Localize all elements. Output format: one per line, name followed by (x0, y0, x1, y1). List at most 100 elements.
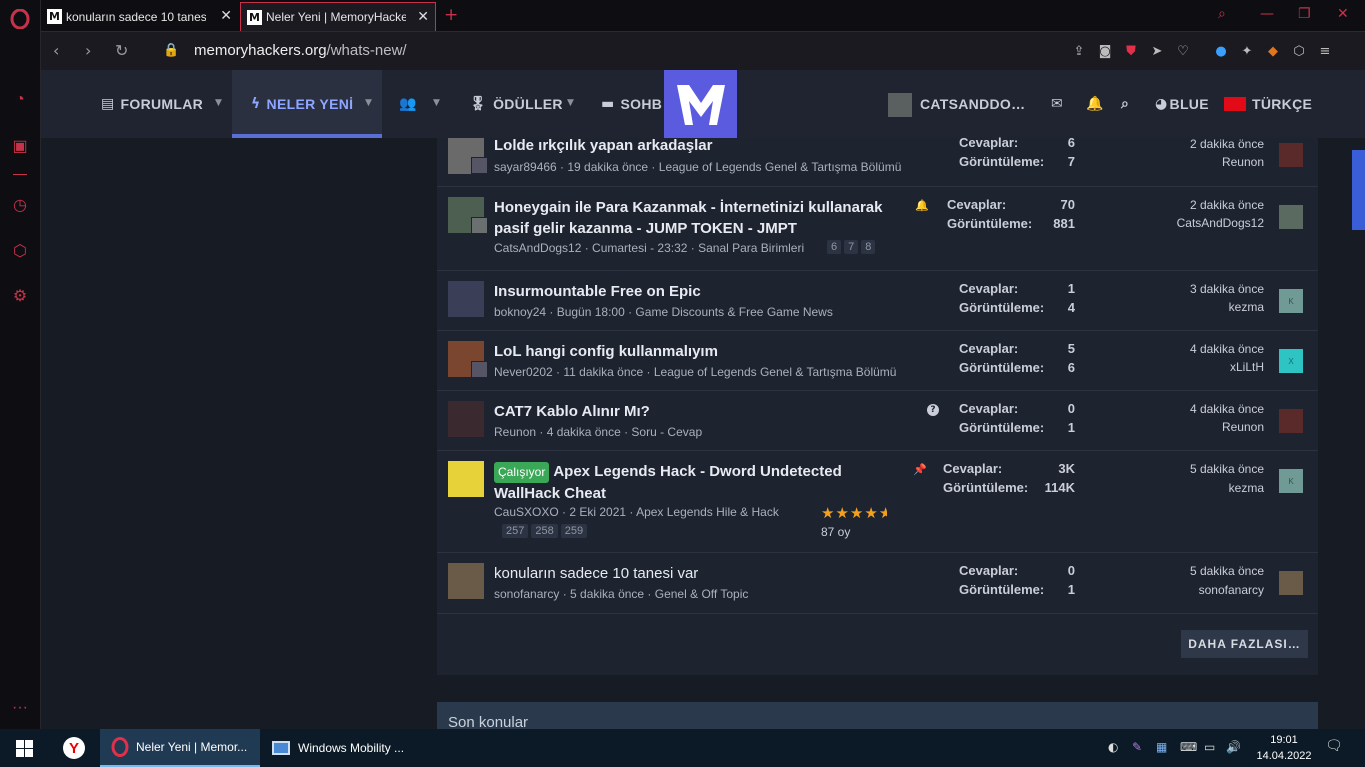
author-avatar[interactable] (448, 461, 484, 497)
last-post-time[interactable]: 5 dakika önce (1190, 462, 1264, 476)
thread-title-wrap[interactable]: Çalışıyor Apex Legends Hack - Dword Undet… (494, 461, 904, 504)
last-poster-avatar[interactable] (1279, 571, 1303, 595)
adblock-icon[interactable]: ⛊ (1123, 43, 1139, 59)
start-windows-icon[interactable] (16, 740, 33, 757)
author-avatar[interactable] (448, 281, 484, 317)
thread-title[interactable]: Honeygain ile Para Kazanmak - İnternetin… (494, 197, 904, 239)
system-clock[interactable]: 19:01 14.04.2022 (1254, 732, 1314, 764)
tab-close-icon[interactable]: ✕ (417, 9, 429, 25)
last-post-user[interactable]: kezma (1229, 300, 1264, 314)
thread-row[interactable]: Çalışıyor Apex Legends Hack - Dword Undet… (437, 451, 1318, 553)
thread-row[interactable]: konuların sadece 10 tanesi var sonofanar… (437, 553, 1318, 614)
chevron-down-icon[interactable]: ▼ (433, 98, 440, 108)
thread-title[interactable]: Insurmountable Free on Epic (494, 281, 701, 302)
thread-row[interactable]: LoL hangi config kullanmalıyım Never0202… (437, 331, 1318, 391)
chevron-down-icon[interactable]: ▼ (215, 98, 222, 108)
nav-members[interactable]: 👥 (399, 96, 423, 112)
metamask-icon[interactable]: ◆ (1265, 43, 1281, 59)
site-logo[interactable] (664, 70, 737, 140)
menu-icon[interactable]: ≡ (1317, 43, 1333, 59)
last-post-user[interactable]: sonofanarcy (1199, 583, 1264, 597)
last-poster-avatar[interactable] (1279, 205, 1303, 229)
thread-row[interactable]: Insurmountable Free on Epic boknoy24 · B… (437, 271, 1318, 331)
taskbar-app-opera[interactable]: Neler Yeni | Memor... (100, 729, 260, 767)
yandex-browser-icon[interactable]: Y (63, 737, 85, 759)
more-dots-icon[interactable]: ··· (9, 697, 31, 719)
history-icon[interactable]: ◷ (9, 194, 31, 216)
camera-icon[interactable]: ◙ (1097, 43, 1113, 59)
taskbar-app-mobility[interactable]: Windows Mobility ... (262, 729, 422, 767)
last-post-time[interactable]: 3 dakika önce (1190, 282, 1264, 296)
search-icon[interactable]: ⌕ (1121, 96, 1129, 112)
last-post-time[interactable]: 5 dakika önce (1190, 564, 1264, 578)
thread-title[interactable]: konuların sadece 10 tanesi var (494, 563, 698, 584)
thread-title[interactable]: LoL hangi config kullanmalıyım (494, 341, 718, 362)
minimize-icon[interactable]: — (1260, 6, 1274, 22)
tray-network-icon[interactable]: ▭ (1204, 740, 1215, 754)
tray-feather-icon[interactable]: ✎ (1132, 740, 1142, 754)
share-icon[interactable]: ⇪ (1071, 43, 1087, 59)
lock-icon[interactable]: 🔒 (163, 43, 179, 58)
tray-input-icon[interactable]: ⌨ (1180, 740, 1197, 754)
heart-icon[interactable]: ♡ (1175, 43, 1191, 59)
author-avatar[interactable] (448, 563, 484, 599)
thread-row[interactable]: Honeygain ile Para Kazanmak - İnternetin… (437, 187, 1318, 271)
reload-icon[interactable]: ↻ (115, 41, 128, 60)
last-poster-avatar[interactable] (1279, 143, 1303, 167)
chevron-down-icon[interactable]: ▼ (365, 98, 372, 108)
last-poster-avatar[interactable]: K (1279, 469, 1303, 493)
close-icon[interactable]: ✕ (1337, 6, 1349, 22)
last-post-user[interactable]: Reunon (1222, 420, 1264, 434)
tray-volume-icon[interactable]: 🔊 (1226, 740, 1241, 754)
nav-username[interactable]: CATSANDDO… (920, 96, 1025, 112)
nav-theme[interactable]: ◕ BLUE (1155, 96, 1209, 112)
speed-dial-icon[interactable]: ◔ (9, 89, 31, 111)
send-icon[interactable]: ➤ (1149, 43, 1165, 59)
more-button[interactable]: DAHA FAZLASI… (1181, 630, 1308, 658)
last-poster-avatar[interactable] (1279, 409, 1303, 433)
user-avatar[interactable] (888, 93, 912, 117)
last-post-time[interactable]: 4 dakika önce (1190, 342, 1264, 356)
page-link[interactable]: 257 (502, 524, 529, 538)
page-link[interactable]: 6 (827, 240, 842, 254)
extension-blue-icon[interactable]: ● (1213, 43, 1229, 59)
last-post-user[interactable]: xLiLtH (1230, 360, 1264, 374)
chevron-down-icon[interactable]: ▼ (567, 98, 574, 108)
last-post-time[interactable]: 2 dakika önce (1190, 198, 1264, 212)
nav-oduller[interactable]: 🎖 ÖDÜLLER (469, 96, 563, 112)
author-avatar[interactable] (448, 401, 484, 437)
opera-logo-icon[interactable] (9, 8, 31, 30)
url-field[interactable]: memoryhackers.org/whats-new/ (194, 42, 407, 59)
tab-konular[interactable]: M konuların sadece 10 tanesi ✕ (41, 2, 238, 31)
last-post-user[interactable]: Reunon (1222, 155, 1264, 169)
tab-neler-yeni[interactable]: M Neler Yeni | MemoryHacker ✕ (240, 2, 436, 31)
mail-icon[interactable]: ✉ (1051, 96, 1063, 112)
last-post-user[interactable]: CatsAndDogs12 (1177, 216, 1264, 230)
last-post-time[interactable]: 4 dakika önce (1190, 402, 1264, 416)
tray-network-app-icon[interactable]: ▦ (1156, 740, 1167, 754)
tab-close-icon[interactable]: ✕ (220, 8, 232, 24)
restore-icon[interactable]: ❐ (1298, 6, 1311, 22)
thread-row[interactable]: CAT7 Kablo Alınır Mı? Reunon · 4 dakika … (437, 391, 1318, 451)
nav-language[interactable]: TÜRKÇE (1224, 96, 1312, 112)
bell-icon[interactable]: 🔔 (1086, 96, 1104, 112)
page-link[interactable]: 258 (531, 524, 558, 538)
thread-title[interactable]: CAT7 Kablo Alınır Mı? (494, 401, 650, 422)
shopping-bag-icon[interactable]: ▣ (9, 135, 31, 157)
nav-forumlar[interactable]: ▤ FORUMLAR (101, 96, 203, 112)
back-icon[interactable]: ‹ (53, 41, 59, 60)
notification-icon[interactable]: 🗨 (1325, 738, 1343, 754)
page-link[interactable]: 8 (861, 240, 876, 254)
thread-title[interactable]: Lolde ırkçılık yapan arkadaşlar (494, 135, 712, 156)
extensions-cube-icon[interactable]: ⬡ (9, 240, 31, 262)
last-poster-avatar[interactable]: K (1279, 289, 1303, 313)
extension-puzzle-icon[interactable]: ✦ (1239, 43, 1255, 59)
last-post-user[interactable]: kezma (1229, 481, 1264, 495)
settings-gear-icon[interactable]: ⚙ (9, 285, 31, 307)
tray-app-icon[interactable]: ◐ (1108, 740, 1118, 754)
thread-row[interactable]: Lolde ırkçılık yapan arkadaşlar sayar894… (437, 135, 1318, 187)
new-tab-button[interactable]: + (444, 5, 458, 25)
last-poster-avatar[interactable]: X (1279, 349, 1303, 373)
forward-icon[interactable]: › (85, 41, 91, 60)
last-post-time[interactable]: 2 dakika önce (1190, 137, 1264, 151)
